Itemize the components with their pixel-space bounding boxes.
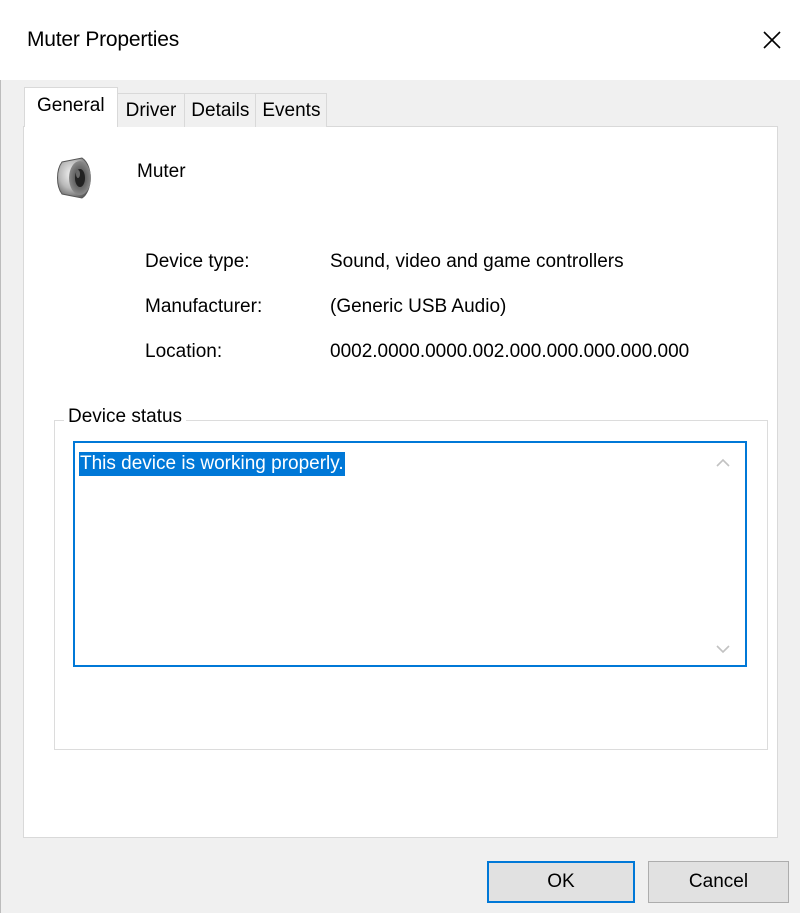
location-label: Location: [145, 341, 223, 362]
scroll-down-arrow-icon[interactable] [715, 643, 731, 655]
ok-button[interactable]: OK [487, 861, 635, 903]
manufacturer-value: (Generic USB Audio) [330, 296, 507, 317]
location-value: 0002.0000.0000.002.000.000.000.000.000 [330, 341, 690, 362]
tab-events[interactable]: Events [255, 93, 328, 127]
device-type-value: Sound, video and game controllers [330, 251, 624, 272]
cancel-button[interactable]: Cancel [648, 861, 789, 903]
title-bar[interactable]: Muter Properties [0, 0, 800, 80]
properties-dialog: Muter Properties General Driver Details … [0, 0, 800, 913]
speaker-icon [57, 157, 91, 199]
device-name: Muter [137, 161, 186, 182]
scroll-up-arrow-icon[interactable] [715, 457, 731, 469]
tab-strip: General Driver Details Events [24, 87, 328, 127]
window-title: Muter Properties [27, 28, 180, 51]
close-button[interactable] [744, 14, 800, 66]
device-status-text[interactable]: This device is working properly. [79, 452, 345, 476]
device-status-textbox[interactable]: This device is working properly. [73, 441, 747, 667]
tab-details[interactable]: Details [184, 93, 257, 127]
device-type-label: Device type: [145, 251, 250, 272]
manufacturer-label: Manufacturer: [145, 296, 263, 317]
tab-driver[interactable]: Driver [116, 93, 186, 127]
window-edge [0, 0, 1, 913]
tab-general[interactable]: General [24, 87, 118, 127]
device-status-label: Device status [64, 406, 187, 428]
close-icon [763, 31, 781, 49]
